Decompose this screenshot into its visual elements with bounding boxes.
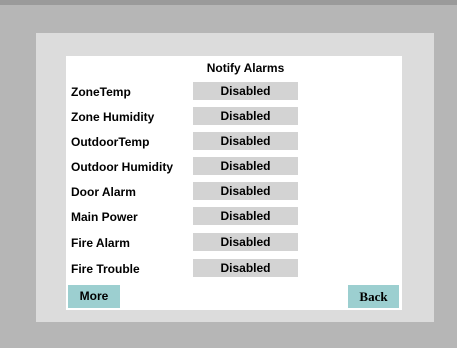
back-button[interactable]: Back xyxy=(348,285,399,308)
fire-trouble-toggle-button[interactable]: Disabled xyxy=(193,259,298,277)
panel-title: Notify Alarms xyxy=(206,61,285,75)
zone-temp-toggle-button[interactable]: Disabled xyxy=(193,82,298,100)
alarm-label: Outdoor Humidity xyxy=(71,160,173,174)
main-power-toggle-button[interactable]: Disabled xyxy=(193,207,298,225)
alarm-label: Fire Alarm xyxy=(71,236,130,250)
alarm-label: ZoneTemp xyxy=(71,85,131,99)
alarm-label: Door Alarm xyxy=(71,185,136,199)
alarm-row-outdoor-temp: OutdoorTemp Disabled xyxy=(0,132,457,152)
alarm-row-zone-humidity: Zone Humidity Disabled xyxy=(0,107,457,127)
more-button[interactable]: More xyxy=(68,285,120,308)
alarm-row-fire-alarm: Fire Alarm Disabled xyxy=(0,233,457,253)
zone-humidity-toggle-button[interactable]: Disabled xyxy=(193,107,298,125)
alarm-label: OutdoorTemp xyxy=(71,135,150,149)
hmi-screen: Notify Alarms ZoneTemp Disabled Zone Hum… xyxy=(0,0,457,348)
alarm-row-zone-temp: ZoneTemp Disabled xyxy=(0,82,457,102)
alarm-row-fire-trouble: Fire Trouble Disabled xyxy=(0,259,457,279)
outdoor-temp-toggle-button[interactable]: Disabled xyxy=(193,132,298,150)
alarm-row-outdoor-humidity: Outdoor Humidity Disabled xyxy=(0,157,457,177)
alarm-label: Zone Humidity xyxy=(71,110,155,124)
alarm-label: Fire Trouble xyxy=(71,262,140,276)
outdoor-humidity-toggle-button[interactable]: Disabled xyxy=(193,157,298,175)
door-alarm-toggle-button[interactable]: Disabled xyxy=(193,182,298,200)
alarm-row-door-alarm: Door Alarm Disabled xyxy=(0,182,457,202)
alarm-label: Main Power xyxy=(71,210,138,224)
fire-alarm-toggle-button[interactable]: Disabled xyxy=(193,233,298,251)
alarm-row-main-power: Main Power Disabled xyxy=(0,207,457,227)
